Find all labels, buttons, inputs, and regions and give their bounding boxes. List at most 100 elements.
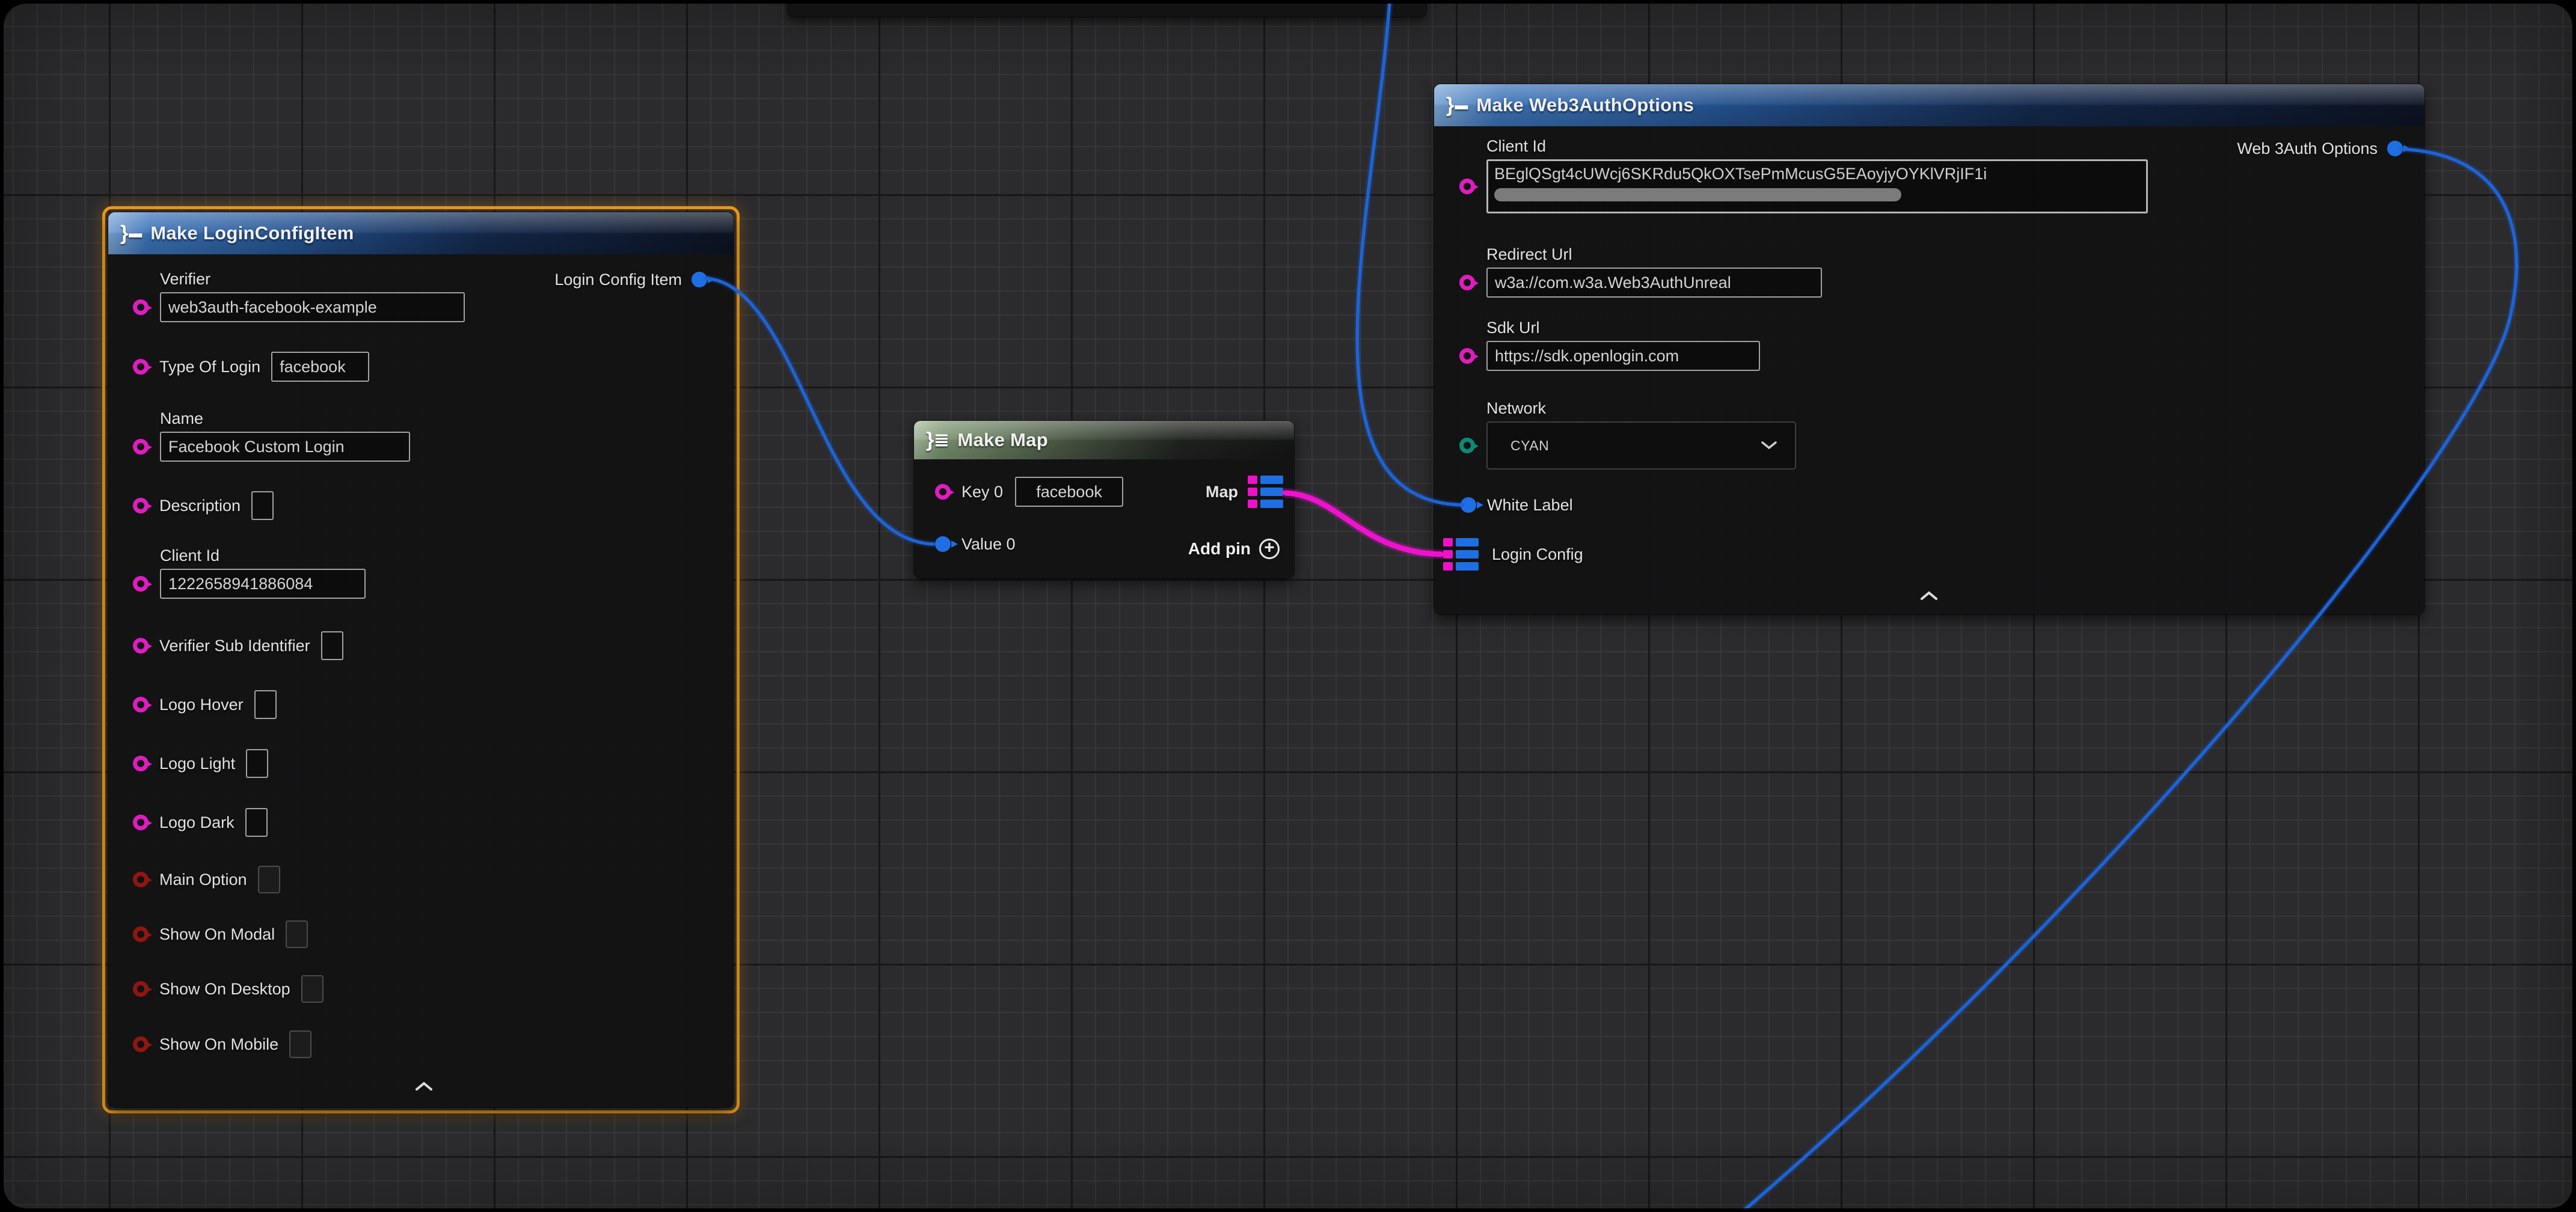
pin-label-logo-light: Logo Light: [159, 754, 235, 773]
wire-map-to-loginconfig-glow: [1286, 493, 1441, 554]
input-pin-name[interactable]: [133, 439, 149, 454]
input-pin-network[interactable]: [1459, 438, 1475, 453]
pin-label-show-on-modal: Show On Modal: [159, 925, 275, 944]
pin-row-sdk-url: Sdk Url https://sdk.openlogin.com: [1459, 319, 1760, 371]
input-pin-redirect-url[interactable]: [1459, 275, 1475, 290]
client-id-input[interactable]: 1222658941886084: [160, 569, 366, 599]
add-pin-row: Add pin: [1188, 534, 1280, 564]
selection-border: }▬ Make LoginConfigItem Login Config Ite…: [102, 206, 740, 1113]
logo-dark-input[interactable]: [245, 808, 268, 837]
input-pin-client-id[interactable]: [1459, 179, 1475, 194]
pin-label-login-config: Login Config: [1492, 545, 1583, 564]
input-pin-sdk-url[interactable]: [1459, 348, 1475, 364]
show-on-modal-checkbox[interactable]: [286, 920, 308, 948]
input-pin-logo-hover[interactable]: [133, 697, 149, 712]
input-pin-main-option[interactable]: [133, 872, 149, 887]
node-header-make-web3authoptions[interactable]: }▬ Make Web3AuthOptions: [1434, 84, 2424, 126]
pin-row-show-on-modal: Show On Modal: [133, 919, 308, 949]
pin-label-verifier: Verifier: [160, 270, 465, 289]
input-pin-description[interactable]: [133, 498, 149, 513]
node-make-web3authoptions[interactable]: }▬ Make Web3AuthOptions Web 3Auth Option…: [1434, 84, 2424, 614]
output-pin-label: Web 3Auth Options: [2237, 139, 2378, 158]
pin-row-description: Description: [133, 491, 274, 521]
offscreen-node-bottom-edge[interactable]: [788, 4, 1426, 17]
pin-row-client-id: Client Id 1222658941886084: [133, 546, 366, 599]
logo-light-input[interactable]: [246, 749, 268, 778]
node-header-make-map[interactable]: }≣ Make Map: [914, 421, 1294, 459]
input-pin-logo-dark[interactable]: [133, 815, 149, 830]
pin-row-verifier: Verifier web3auth-facebook-example: [133, 270, 465, 322]
input-pin-show-on-desktop[interactable]: [133, 981, 149, 997]
description-input[interactable]: [251, 491, 274, 520]
verifier-sub-identifier-input[interactable]: [321, 631, 343, 660]
pin-row-white-label: White Label: [1461, 490, 1573, 520]
input-pin-type-of-login[interactable]: [133, 359, 149, 375]
pin-row-redirect-url: Redirect Url w3a://com.w3a.Web3AuthUnrea…: [1459, 245, 1822, 298]
pin-row-main-option: Main Option: [133, 865, 280, 895]
output-pin-label-map: Map: [1206, 483, 1238, 501]
node-make-map[interactable]: }≣ Make Map Key 0 facebook Map Value 0 A…: [914, 421, 1294, 578]
output-row-web3auth-options: Web 3Auth Options: [2237, 133, 2403, 164]
pin-row-show-on-mobile: Show On Mobile: [133, 1029, 311, 1059]
make-struct-icon: }▬: [1446, 94, 1467, 117]
key0-input[interactable]: facebook: [1015, 477, 1123, 507]
pin-label-name: Name: [160, 409, 410, 428]
blueprint-graph-canvas[interactable]: }▬ Make LoginConfigItem Login Config Ite…: [4, 4, 2572, 1208]
input-pin-client-id[interactable]: [133, 576, 149, 592]
input-pin-logo-light[interactable]: [133, 756, 149, 771]
client-id-input[interactable]: BEglQSgt4cUWcj6SKRdu5QkOXTsePmMcusG5EAoy…: [1486, 159, 2148, 213]
show-on-desktop-checkbox[interactable]: [301, 975, 324, 1003]
pin-label-logo-dark: Logo Dark: [159, 813, 235, 832]
node-title: Make Web3AuthOptions: [1476, 94, 1694, 116]
verifier-input[interactable]: web3auth-facebook-example: [160, 292, 465, 322]
output-pin-web3auth-options[interactable]: [2387, 141, 2403, 156]
type-of-login-input[interactable]: facebook: [271, 352, 369, 382]
pin-row-client-id: Client Id BEglQSgt4cUWcj6SKRdu5QkOXTsePm…: [1459, 137, 2148, 213]
main-option-checkbox[interactable]: [258, 866, 280, 893]
pin-label-logo-hover: Logo Hover: [159, 696, 244, 714]
pin-row-value0: Value 0: [935, 529, 1016, 559]
pin-row-name: Name Facebook Custom Login: [133, 409, 410, 462]
redirect-url-input[interactable]: w3a://com.w3a.Web3AuthUnreal: [1486, 268, 1822, 298]
wire-map-to-loginconfig: [1286, 493, 1441, 554]
input-pin-verifier-sub-identifier[interactable]: [133, 638, 149, 653]
pin-row-logo-dark: Logo Dark: [133, 807, 268, 837]
pin-label-client-id: Client Id: [160, 546, 366, 565]
node-title: Make Map: [957, 429, 1048, 451]
client-id-scrollbar[interactable]: [1494, 188, 1901, 201]
name-input[interactable]: Facebook Custom Login: [160, 432, 410, 462]
chevron-down-icon: [1760, 441, 1778, 450]
add-pin-label: Add pin: [1188, 539, 1251, 559]
input-pin-verifier[interactable]: [133, 299, 149, 315]
make-map-icon: }≣: [926, 429, 948, 452]
pin-label-sdk-url: Sdk Url: [1486, 319, 1760, 337]
node-title: Make LoginConfigItem: [150, 222, 354, 244]
output-pin-login-config-item[interactable]: [692, 272, 707, 287]
pin-label-network: Network: [1486, 399, 1796, 418]
add-pin-button[interactable]: Add pin: [1188, 539, 1280, 559]
pin-label-main-option: Main Option: [159, 871, 247, 889]
input-pin-value0[interactable]: [935, 536, 951, 552]
sdk-url-input[interactable]: https://sdk.openlogin.com: [1486, 341, 1760, 371]
input-pin-login-config[interactable]: [1443, 538, 1479, 571]
network-dropdown[interactable]: CYAN: [1486, 421, 1796, 470]
input-pin-key0[interactable]: [935, 484, 951, 500]
input-pin-show-on-mobile[interactable]: [133, 1036, 149, 1052]
graph-world: }▬ Make LoginConfigItem Login Config Ite…: [4, 4, 2572, 1208]
pin-row-network: Network CYAN: [1459, 399, 1796, 470]
collapse-chevron-icon[interactable]: [414, 1081, 434, 1092]
pin-row-login-config: Login Config: [1443, 539, 1583, 569]
input-pin-white-label[interactable]: [1461, 497, 1476, 513]
logo-hover-input[interactable]: [254, 690, 277, 719]
collapse-chevron-icon[interactable]: [1919, 590, 1939, 601]
show-on-mobile-checkbox[interactable]: [289, 1030, 311, 1058]
node-make-loginconfigitem[interactable]: }▬ Make LoginConfigItem Login Config Ite…: [108, 212, 734, 1107]
pin-label-verifier-sub-identifier: Verifier Sub Identifier: [159, 637, 310, 655]
pin-row-type-of-login: Type Of Login facebook: [133, 352, 369, 382]
pin-label-description: Description: [159, 497, 241, 515]
input-pin-show-on-modal[interactable]: [133, 926, 149, 942]
pin-row-logo-light: Logo Light: [133, 748, 268, 779]
node-header-make-loginconfigitem[interactable]: }▬ Make LoginConfigItem: [108, 212, 734, 254]
pin-label-show-on-desktop: Show On Desktop: [159, 980, 290, 999]
output-pin-map[interactable]: [1248, 476, 1283, 508]
